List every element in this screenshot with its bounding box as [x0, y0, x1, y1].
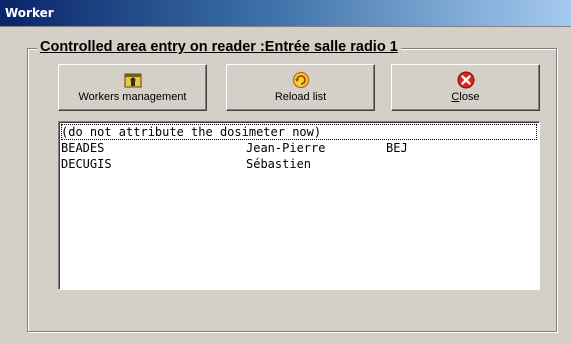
close-label: Close [451, 91, 480, 103]
close-button[interactable]: Close [391, 64, 540, 111]
list-item[interactable]: BEADES Jean-Pierre BEJ [61, 140, 537, 156]
list-item-text: (do not attribute the dosimeter now) [61, 125, 322, 139]
worker-code: BEJ [386, 141, 408, 155]
window-title: Worker [5, 6, 54, 20]
workers-list[interactable]: (do not attribute the dosimeter now) BEA… [58, 121, 540, 290]
worker-last-name: DECUGIS [61, 157, 112, 171]
reload-list-button[interactable]: Reload list [226, 64, 375, 111]
reload-list-label: Reload list [274, 91, 327, 103]
workers-management-label: Workers management [78, 91, 187, 103]
list-item[interactable]: (do not attribute the dosimeter now) [61, 124, 537, 140]
worker-last-name: BEADES [61, 141, 105, 155]
title-bar[interactable]: Worker [0, 0, 571, 27]
workers-management-icon [124, 73, 141, 88]
worker-first-name: Jean-Pierre [246, 141, 326, 155]
worker-first-name: Sébastien [246, 157, 312, 171]
group-title: Controlled area entry on reader :Entrée … [37, 39, 401, 55]
close-icon [457, 71, 474, 89]
reload-icon [292, 71, 309, 89]
workers-management-button[interactable]: Workers management [58, 64, 207, 111]
list-item[interactable]: DECUGIS Sébastien [61, 156, 537, 172]
